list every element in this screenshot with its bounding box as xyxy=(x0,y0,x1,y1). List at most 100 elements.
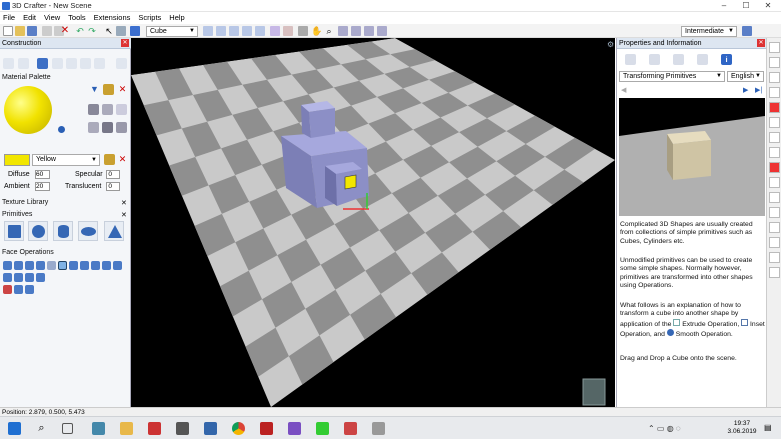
side-tool-11-icon[interactable] xyxy=(769,192,780,203)
tray-icons[interactable]: ⌃ ▭ ◍ ◌ xyxy=(648,424,681,433)
face-op-icon-12[interactable] xyxy=(3,273,12,282)
settings-icon[interactable] xyxy=(372,422,385,435)
texture-icon-6[interactable] xyxy=(116,122,127,133)
viewport-settings-icon[interactable]: ⚙ xyxy=(607,40,614,49)
light-icon[interactable] xyxy=(242,26,252,36)
menu-view[interactable]: View xyxy=(41,12,63,23)
side-tool-1-icon[interactable] xyxy=(769,42,780,53)
primitive-cone-icon[interactable] xyxy=(104,221,124,241)
menu-edit[interactable]: Edit xyxy=(20,12,39,23)
color-name-combo[interactable]: Yellow ▼ xyxy=(32,154,100,166)
face-op-icon-7[interactable] xyxy=(69,261,78,270)
side-tool-10-icon[interactable] xyxy=(769,177,780,188)
side-tool-13-icon[interactable] xyxy=(769,222,780,233)
view-cube-icon[interactable] xyxy=(582,378,606,406)
view-top-icon[interactable] xyxy=(351,26,361,36)
tab-folder-icon[interactable] xyxy=(116,58,127,69)
close-icon[interactable]: ✕ xyxy=(121,39,129,47)
app-icon-2[interactable] xyxy=(148,422,161,435)
maximize-button[interactable]: ☐ xyxy=(735,0,757,12)
pointer-icon[interactable]: ↖ xyxy=(104,26,114,36)
ambient-field[interactable]: 20 xyxy=(35,182,50,191)
side-tool-6-icon[interactable] xyxy=(769,117,780,128)
path-icon[interactable] xyxy=(270,26,280,36)
topic-combo[interactable]: Transforming Primitives ▼ xyxy=(619,71,725,82)
remove-color-icon[interactable]: ✕ xyxy=(117,154,128,165)
face-op-icon-16[interactable] xyxy=(3,285,12,294)
face-op-icon-18[interactable] xyxy=(25,285,34,294)
face-op-icon-4[interactable] xyxy=(36,261,45,270)
scene-viewport[interactable]: ⚙ xyxy=(131,38,615,407)
translucent-field[interactable]: 0 xyxy=(106,182,120,191)
side-tool-4-icon[interactable] xyxy=(769,87,780,98)
chrome-icon[interactable] xyxy=(232,422,245,435)
nav-back-icon[interactable]: ◀ xyxy=(621,86,626,94)
pan-hand-icon[interactable]: ✋ xyxy=(311,26,322,36)
specular-field[interactable]: 0 xyxy=(106,170,120,179)
tab-construction-icon[interactable] xyxy=(37,58,48,69)
face-op-icon-2[interactable] xyxy=(14,261,23,270)
menu-scripts[interactable]: Scripts xyxy=(135,12,164,23)
camera-icon[interactable] xyxy=(255,26,265,36)
cube-tool-icon[interactable] xyxy=(130,26,140,36)
file-explorer-icon[interactable] xyxy=(120,422,133,435)
face-op-icon-15[interactable] xyxy=(36,273,45,282)
face-op-icon-10[interactable] xyxy=(102,261,111,270)
texture-icon-4[interactable] xyxy=(88,122,99,133)
side-tool-16-icon[interactable] xyxy=(769,267,780,278)
notification-icon[interactable]: ▤ xyxy=(764,423,772,432)
undo-icon[interactable]: ↶ xyxy=(75,26,85,36)
view-side-icon[interactable] xyxy=(364,26,374,36)
cut-icon[interactable] xyxy=(42,26,52,36)
side-tool-8-icon[interactable] xyxy=(769,147,780,158)
close-properties-icon[interactable]: ✕ xyxy=(757,39,765,47)
save-icon[interactable] xyxy=(27,26,37,36)
diffuse-field[interactable]: 60 xyxy=(35,170,50,179)
tab-edit-icon[interactable] xyxy=(649,54,660,65)
delete-icon[interactable]: ✕ xyxy=(60,26,70,36)
texture-icon-1[interactable] xyxy=(88,104,99,115)
nav-end-icon[interactable]: ▶| xyxy=(755,86,762,94)
face-op-icon-9[interactable] xyxy=(91,261,100,270)
select-icon[interactable] xyxy=(116,26,126,36)
scale-icon[interactable] xyxy=(229,26,239,36)
scene-canvas[interactable]: ⚙ xyxy=(131,38,615,407)
view-front-icon[interactable] xyxy=(338,26,348,36)
shape-combo[interactable]: Cube ▼ xyxy=(146,26,198,37)
side-tool-5-icon[interactable] xyxy=(769,102,780,113)
face-op-icon-14[interactable] xyxy=(25,273,34,282)
task-view-icon[interactable] xyxy=(62,423,73,434)
delete-material-icon[interactable]: ✕ xyxy=(117,84,128,95)
menu-extensions[interactable]: Extensions xyxy=(91,12,134,23)
app-icon-7[interactable] xyxy=(344,422,357,435)
face-op-icon-3[interactable] xyxy=(25,261,34,270)
menu-file[interactable]: File xyxy=(0,12,18,23)
side-tool-7-icon[interactable] xyxy=(769,132,780,143)
texture-library-label[interactable]: Texture Library xyxy=(2,199,48,206)
primitive-sphere-icon[interactable] xyxy=(28,221,48,241)
inset-op-icon[interactable] xyxy=(58,261,67,270)
tab-pointer-icon[interactable] xyxy=(3,58,14,69)
collapse-primitives-icon[interactable]: ✕ xyxy=(121,211,127,219)
app-icon-5[interactable] xyxy=(260,422,273,435)
open-icon[interactable] xyxy=(15,26,25,36)
tab-motion-icon[interactable] xyxy=(94,58,105,69)
app-icon-3[interactable] xyxy=(176,422,189,435)
primitive-torus-icon[interactable] xyxy=(78,221,98,241)
tab-info-icon[interactable]: i xyxy=(721,54,732,65)
side-tool-2-icon[interactable] xyxy=(769,57,780,68)
tab-text-icon[interactable] xyxy=(66,58,77,69)
color-swatch[interactable] xyxy=(4,154,30,166)
search-icon[interactable]: ⌕ xyxy=(35,422,48,435)
new-icon[interactable] xyxy=(3,26,13,36)
tab-cylinder-icon[interactable] xyxy=(697,54,708,65)
menu-help[interactable]: Help xyxy=(166,12,187,23)
close-button[interactable]: ✕ xyxy=(757,0,779,12)
zoom-icon[interactable]: ⌕ xyxy=(324,26,334,36)
primitive-cylinder-icon[interactable] xyxy=(53,221,73,241)
tab-light-icon[interactable] xyxy=(80,58,91,69)
texture-icon-2[interactable] xyxy=(102,104,113,115)
filter-icon[interactable]: ▼ xyxy=(90,84,101,95)
clock[interactable]: 19:37 3.06.2019 xyxy=(724,420,760,436)
help-icon[interactable] xyxy=(742,26,752,36)
